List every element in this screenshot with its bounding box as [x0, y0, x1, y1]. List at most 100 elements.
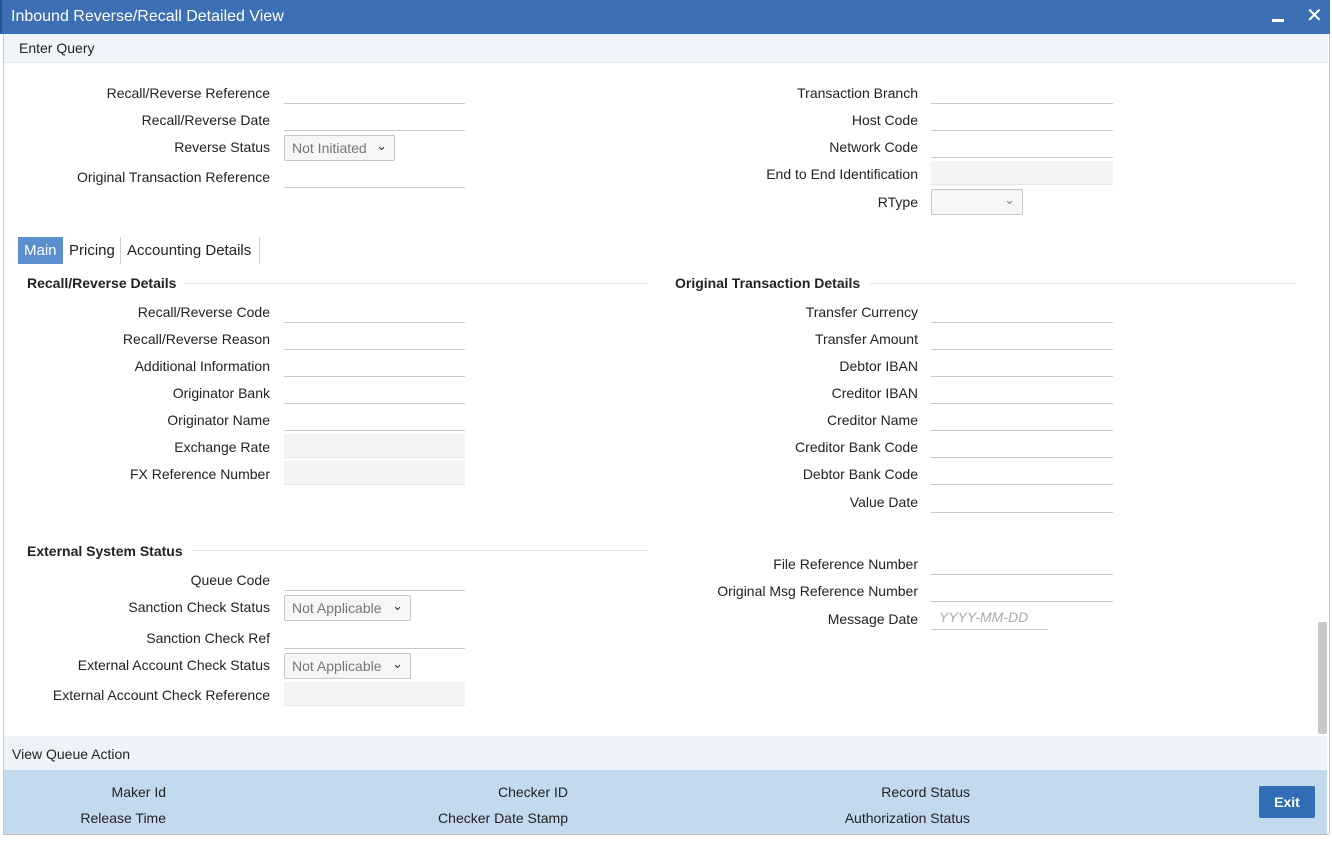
transfer-currency-input[interactable]	[931, 299, 1113, 323]
value-date-label: Value Date	[849, 494, 918, 510]
tab-pricing[interactable]: Pricing	[63, 237, 121, 264]
external-account-check-status-select[interactable]: Not Applicable ⌄	[284, 653, 411, 679]
section-divider	[870, 283, 1295, 284]
recall-reverse-reason-input[interactable]	[284, 326, 465, 350]
creditor-iban-input[interactable]	[931, 380, 1113, 404]
transfer-currency-label: Transfer Currency	[805, 304, 918, 320]
creditor-iban-label: Creditor IBAN	[831, 385, 918, 401]
reverse-status-value: Not Initiated	[292, 140, 367, 156]
close-icon[interactable]: ✕	[1306, 6, 1323, 26]
file-reference-number-label: File Reference Number	[773, 556, 918, 572]
additional-information-label: Additional Information	[134, 358, 270, 374]
section-divider	[192, 550, 647, 551]
view-queue-action-link[interactable]: View Queue Action	[12, 746, 130, 762]
recall-reverse-date-input[interactable]	[284, 107, 465, 131]
exit-button[interactable]: Exit	[1259, 786, 1315, 818]
debtor-bank-code-label: Debtor Bank Code	[802, 466, 918, 482]
originator-bank-input[interactable]	[284, 380, 465, 404]
external-account-check-reference-label: External Account Check Reference	[52, 687, 270, 703]
debtor-bank-code-input[interactable]	[931, 461, 1113, 485]
sanction-check-status-value: Not Applicable	[292, 600, 382, 616]
fx-reference-number-input	[284, 461, 465, 485]
exchange-rate-input	[284, 434, 465, 458]
checker-id-label: Checker ID	[497, 784, 568, 800]
fx-reference-number-label: FX Reference Number	[129, 466, 270, 482]
section-divider	[185, 283, 647, 284]
authorization-status-label: Authorization Status	[844, 810, 970, 826]
maker-id-label: Maker Id	[111, 784, 166, 800]
chevron-down-icon: ⌄	[392, 598, 403, 613]
external-account-check-status-value: Not Applicable	[292, 658, 382, 674]
tab-accounting-details[interactable]: Accounting Details	[121, 237, 259, 264]
host-code-label: Host Code	[851, 112, 918, 128]
tab-divider	[259, 237, 260, 264]
original-transaction-reference-label: Original Transaction Reference	[77, 169, 270, 185]
record-status-label: Record Status	[881, 784, 970, 800]
recall-reverse-code-input[interactable]	[284, 299, 465, 323]
debtor-iban-input[interactable]	[931, 353, 1113, 377]
debtor-iban-label: Debtor IBAN	[839, 358, 918, 374]
creditor-bank-code-input[interactable]	[931, 434, 1113, 458]
transfer-amount-input[interactable]	[931, 326, 1113, 350]
exchange-rate-label: Exchange Rate	[174, 439, 270, 455]
queue-code-input[interactable]	[284, 567, 465, 591]
additional-information-input[interactable]	[284, 353, 465, 377]
recall-reverse-reference-label: Recall/Reverse Reference	[106, 85, 270, 101]
recall-reverse-reference-input[interactable]	[284, 80, 465, 104]
creditor-name-label: Creditor Name	[826, 412, 918, 428]
checker-date-stamp-label: Checker Date Stamp	[438, 810, 568, 826]
recall-reverse-code-label: Recall/Reverse Code	[137, 304, 270, 320]
rtype-select[interactable]: ⌄	[931, 189, 1023, 215]
audit-footer	[4, 770, 1327, 834]
message-date-label: Message Date	[827, 611, 918, 627]
window-title: Inbound Reverse/Recall Detailed View	[11, 8, 284, 25]
reverse-status-label: Reverse Status	[174, 139, 270, 155]
enter-query-button[interactable]: Enter Query	[19, 40, 94, 56]
chevron-down-icon: ⌄	[1004, 192, 1015, 207]
minimize-icon[interactable]	[1272, 6, 1284, 26]
originator-name-input[interactable]	[284, 407, 465, 431]
network-code-input[interactable]	[931, 134, 1113, 158]
original-transaction-reference-input[interactable]	[284, 164, 465, 188]
sanction-check-ref-label: Sanction Check Ref	[146, 630, 270, 646]
original-msg-reference-number-label: Original Msg Reference Number	[717, 583, 918, 599]
tab-main[interactable]: Main	[18, 237, 63, 264]
recall-reverse-details-heading: Recall/Reverse Details	[27, 275, 177, 291]
vertical-scrollbar[interactable]	[1318, 622, 1327, 734]
queue-code-label: Queue Code	[190, 572, 270, 588]
originator-name-label: Originator Name	[167, 412, 270, 428]
chevron-down-icon: ⌄	[392, 656, 403, 671]
value-date-input[interactable]	[931, 489, 1113, 513]
transaction-branch-input[interactable]	[931, 80, 1113, 104]
title-bar: Inbound Reverse/Recall Detailed View ✕	[0, 0, 1330, 34]
transaction-branch-label: Transaction Branch	[797, 85, 918, 101]
window-bottom-border	[3, 834, 1329, 835]
sanction-check-status-select[interactable]: Not Applicable ⌄	[284, 595, 411, 621]
creditor-bank-code-label: Creditor Bank Code	[795, 439, 918, 455]
message-date-input[interactable]: YYYY-MM-DD	[931, 606, 1048, 630]
creditor-name-input[interactable]	[931, 407, 1113, 431]
end-to-end-identification-label: End to End Identification	[766, 166, 918, 182]
toolbar: Enter Query	[4, 34, 1328, 63]
recall-reverse-reason-label: Recall/Reverse Reason	[122, 331, 270, 347]
chevron-down-icon: ⌄	[376, 138, 387, 153]
end-to-end-identification-input	[931, 161, 1113, 185]
originator-bank-label: Originator Bank	[172, 385, 270, 401]
sanction-check-ref-input[interactable]	[284, 625, 465, 649]
transfer-amount-label: Transfer Amount	[815, 331, 918, 347]
original-msg-reference-number-input[interactable]	[931, 578, 1113, 602]
external-account-check-reference-input	[284, 682, 465, 706]
host-code-input[interactable]	[931, 107, 1113, 131]
view-queue-action-bar: View Queue Action	[4, 736, 1327, 770]
network-code-label: Network Code	[829, 139, 918, 155]
external-system-status-heading: External System Status	[27, 543, 183, 559]
file-reference-number-input[interactable]	[931, 551, 1113, 575]
sanction-check-status-label: Sanction Check Status	[128, 599, 270, 615]
message-date-placeholder: YYYY-MM-DD	[939, 609, 1029, 625]
original-transaction-details-heading: Original Transaction Details	[675, 275, 861, 291]
rtype-label: RType	[877, 194, 918, 210]
release-time-label: Release Time	[80, 810, 166, 826]
recall-reverse-date-label: Recall/Reverse Date	[141, 112, 270, 128]
external-account-check-status-label: External Account Check Status	[77, 657, 270, 673]
reverse-status-select[interactable]: Not Initiated ⌄	[284, 135, 395, 161]
